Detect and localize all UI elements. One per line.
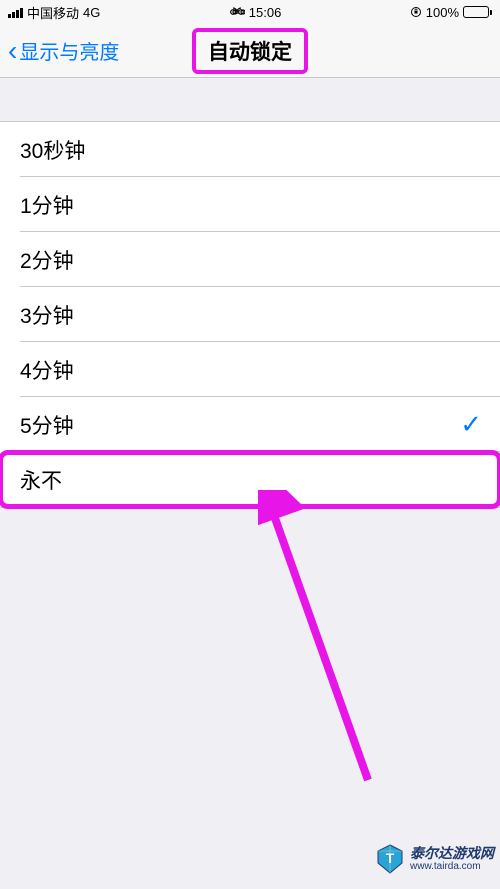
option-label: 30秒钟 xyxy=(20,135,482,165)
chevron-left-icon: ‹ xyxy=(8,37,17,65)
option-1min[interactable]: 1分钟 xyxy=(0,177,500,232)
svg-text:T: T xyxy=(386,850,395,866)
network-label: 4G xyxy=(83,5,100,20)
status-bar: 中国移动 4G 15:06 100% xyxy=(0,0,500,24)
option-3min[interactable]: 3分钟 xyxy=(0,287,500,342)
signal-strength-icon xyxy=(8,6,23,18)
option-5min[interactable]: 5分钟 ✓ xyxy=(0,397,500,452)
option-label: 1分钟 xyxy=(20,190,482,220)
option-2min[interactable]: 2分钟 xyxy=(0,232,500,287)
watermark-url: www.tairda.com xyxy=(410,861,494,872)
option-never[interactable]: 永不 xyxy=(0,452,500,507)
back-button[interactable]: ‹ 显示与亮度 xyxy=(0,36,119,65)
option-4min[interactable]: 4分钟 xyxy=(0,342,500,397)
section-spacer xyxy=(0,78,500,121)
watermark-logo-icon: T xyxy=(376,843,404,875)
back-label: 显示与亮度 xyxy=(19,36,119,65)
page-title: 自动锁定 xyxy=(192,28,308,74)
option-label: 3分钟 xyxy=(20,300,482,330)
option-label: 4分钟 xyxy=(20,355,482,385)
checkmark-icon: ✓ xyxy=(460,409,482,440)
option-label: 5分钟 xyxy=(20,410,460,440)
time-label: 15:06 xyxy=(249,5,282,20)
navigation-bar: ‹ 显示与亮度 自动锁定 xyxy=(0,24,500,78)
status-center: 15:06 xyxy=(100,5,409,20)
status-right: 100% xyxy=(410,5,492,20)
orientation-lock-icon xyxy=(410,6,422,18)
option-label: 永不 xyxy=(20,465,482,495)
hotspot-icon xyxy=(229,6,245,18)
option-30s[interactable]: 30秒钟 xyxy=(0,122,500,177)
battery-percent: 100% xyxy=(426,5,459,20)
watermark-title: 泰尔达游戏网 xyxy=(410,846,494,861)
annotation-arrow-icon xyxy=(258,490,388,790)
watermark: T 泰尔达游戏网 www.tairda.com xyxy=(376,843,494,875)
carrier-label: 中国移动 xyxy=(27,3,79,22)
option-label: 2分钟 xyxy=(20,245,482,275)
options-list: 30秒钟 1分钟 2分钟 3分钟 4分钟 5分钟 ✓ 永不 xyxy=(0,121,500,508)
status-left: 中国移动 4G xyxy=(8,3,100,22)
battery-icon xyxy=(463,6,492,18)
